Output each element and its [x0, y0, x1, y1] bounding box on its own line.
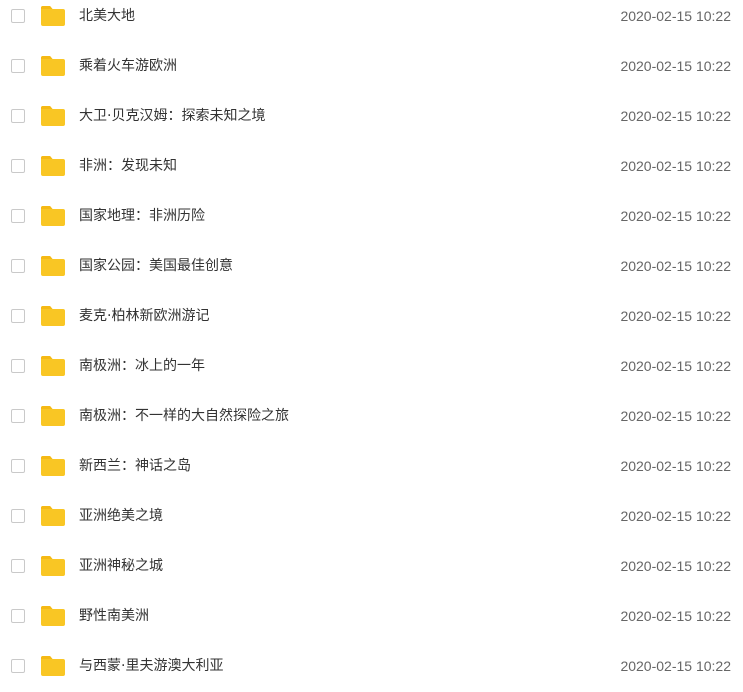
file-name[interactable]: 大卫·贝克汉姆：探索未知之境	[79, 107, 265, 125]
file-row[interactable]: 乘着火车游欧洲 2020-02-15 10:22	[0, 42, 743, 92]
file-row[interactable]: 新西兰：神话之岛 2020-02-15 10:22	[0, 442, 743, 492]
row-checkbox[interactable]	[11, 159, 25, 173]
file-row[interactable]: 麦克·柏林新欧洲游记 2020-02-15 10:22	[0, 292, 743, 342]
row-checkbox[interactable]	[11, 659, 25, 673]
folder-icon[interactable]	[40, 205, 66, 227]
file-modified-date: 2020-02-15 10:22	[620, 408, 731, 424]
file-row[interactable]: 大卫·贝克汉姆：探索未知之境 2020-02-15 10:22	[0, 92, 743, 142]
file-modified-date: 2020-02-15 10:22	[620, 308, 731, 324]
folder-icon[interactable]	[40, 555, 66, 577]
folder-icon[interactable]	[40, 455, 66, 477]
file-row[interactable]: 国家公园：美国最佳创意 2020-02-15 10:22	[0, 242, 743, 292]
row-checkbox[interactable]	[11, 309, 25, 323]
row-checkbox[interactable]	[11, 359, 25, 373]
file-row[interactable]: 非洲：发现未知 2020-02-15 10:22	[0, 142, 743, 192]
row-checkbox[interactable]	[11, 9, 25, 23]
folder-icon[interactable]	[40, 655, 66, 677]
file-row[interactable]: 北美大地 2020-02-15 10:22	[0, 0, 743, 42]
file-row[interactable]: 亚洲绝美之境 2020-02-15 10:22	[0, 492, 743, 542]
row-checkbox[interactable]	[11, 59, 25, 73]
file-modified-date: 2020-02-15 10:22	[620, 108, 731, 124]
folder-icon[interactable]	[40, 105, 66, 127]
file-name[interactable]: 野性南美洲	[79, 607, 149, 625]
row-checkbox[interactable]	[11, 109, 25, 123]
file-name[interactable]: 北美大地	[79, 7, 135, 25]
file-name[interactable]: 南极洲：不一样的大自然探险之旅	[79, 407, 289, 425]
file-modified-date: 2020-02-15 10:22	[620, 458, 731, 474]
folder-icon[interactable]	[40, 55, 66, 77]
file-modified-date: 2020-02-15 10:22	[620, 508, 731, 524]
file-name[interactable]: 亚洲绝美之境	[79, 507, 163, 525]
file-row[interactable]: 与西蒙·里夫游澳大利亚 2020-02-15 10:22	[0, 642, 743, 692]
file-row[interactable]: 南极洲：冰上的一年 2020-02-15 10:22	[0, 342, 743, 392]
file-modified-date: 2020-02-15 10:22	[620, 558, 731, 574]
file-row[interactable]: 南极洲：不一样的大自然探险之旅 2020-02-15 10:22	[0, 392, 743, 442]
file-name[interactable]: 与西蒙·里夫游澳大利亚	[79, 657, 223, 675]
folder-icon[interactable]	[40, 605, 66, 627]
file-modified-date: 2020-02-15 10:22	[620, 258, 731, 274]
folder-icon[interactable]	[40, 5, 66, 27]
file-modified-date: 2020-02-15 10:22	[620, 8, 731, 24]
file-modified-date: 2020-02-15 10:22	[620, 358, 731, 374]
file-row[interactable]: 野性南美洲 2020-02-15 10:22	[0, 592, 743, 642]
row-checkbox[interactable]	[11, 559, 25, 573]
folder-icon[interactable]	[40, 155, 66, 177]
folder-icon[interactable]	[40, 405, 66, 427]
folder-icon[interactable]	[40, 305, 66, 327]
file-name[interactable]: 国家公园：美国最佳创意	[79, 257, 233, 275]
file-modified-date: 2020-02-15 10:22	[620, 158, 731, 174]
row-checkbox[interactable]	[11, 259, 25, 273]
file-modified-date: 2020-02-15 10:22	[620, 208, 731, 224]
row-checkbox[interactable]	[11, 509, 25, 523]
row-checkbox[interactable]	[11, 459, 25, 473]
file-list: 北美大地 2020-02-15 10:22 乘着火车游欧洲 2020-02-15…	[0, 0, 743, 692]
folder-icon[interactable]	[40, 505, 66, 527]
file-row[interactable]: 亚洲神秘之城 2020-02-15 10:22	[0, 542, 743, 592]
folder-icon[interactable]	[40, 255, 66, 277]
row-checkbox[interactable]	[11, 609, 25, 623]
file-name[interactable]: 国家地理：非洲历险	[79, 207, 205, 225]
folder-icon[interactable]	[40, 355, 66, 377]
file-modified-date: 2020-02-15 10:22	[620, 58, 731, 74]
row-checkbox[interactable]	[11, 409, 25, 423]
file-modified-date: 2020-02-15 10:22	[620, 608, 731, 624]
file-name[interactable]: 南极洲：冰上的一年	[79, 357, 205, 375]
file-name[interactable]: 麦克·柏林新欧洲游记	[79, 307, 209, 325]
file-name[interactable]: 新西兰：神话之岛	[79, 457, 191, 475]
file-row[interactable]: 国家地理：非洲历险 2020-02-15 10:22	[0, 192, 743, 242]
row-checkbox[interactable]	[11, 209, 25, 223]
file-name[interactable]: 乘着火车游欧洲	[79, 57, 177, 75]
file-name[interactable]: 非洲：发现未知	[79, 157, 177, 175]
file-modified-date: 2020-02-15 10:22	[620, 658, 731, 674]
file-name[interactable]: 亚洲神秘之城	[79, 557, 163, 575]
